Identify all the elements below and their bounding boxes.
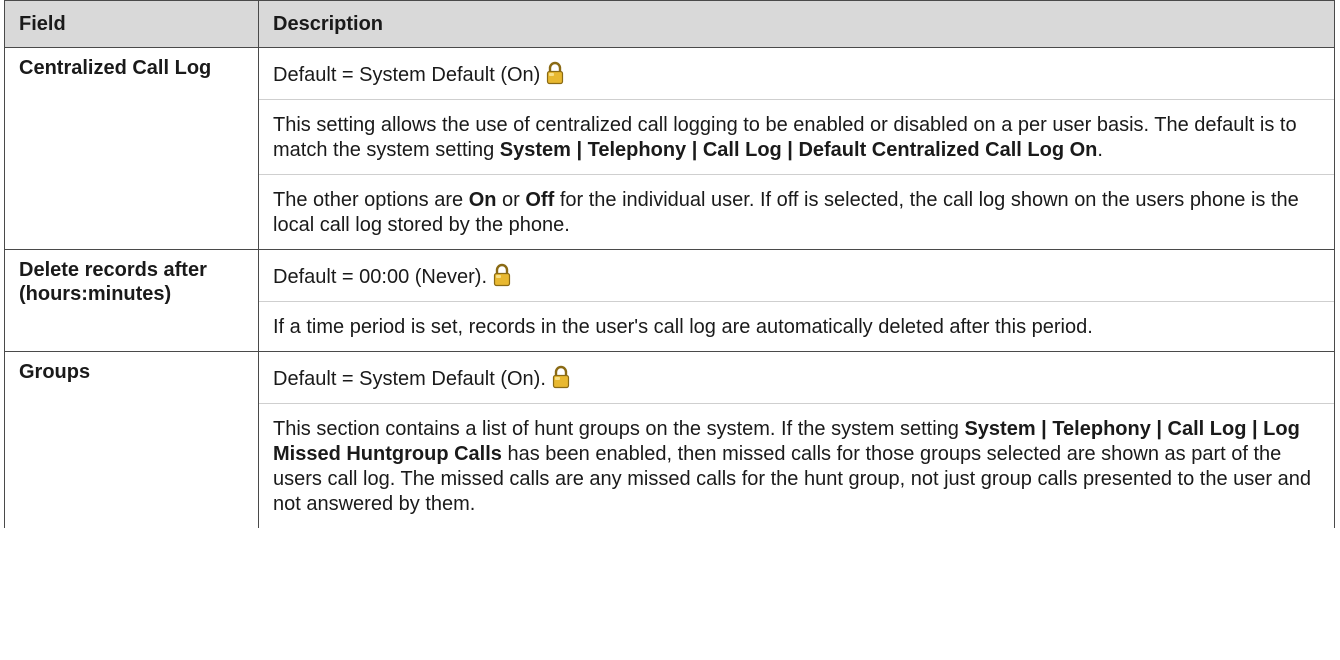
default-value: Default = System Default (On) bbox=[259, 48, 1334, 99]
table-row: Centralized Call Log Default = System De… bbox=[4, 47, 1335, 250]
settings-table: Field Description Centralized Call Log D… bbox=[4, 0, 1335, 528]
description-cell: Default = System Default (On). This sect… bbox=[258, 351, 1335, 528]
table-row: Delete records after (hours:minutes) Def… bbox=[4, 249, 1335, 352]
header-description: Description bbox=[258, 0, 1335, 48]
lock-icon bbox=[493, 263, 511, 287]
description-cell: Default = 00:00 (Never). If a time perio… bbox=[258, 249, 1335, 352]
default-value: Default = 00:00 (Never). bbox=[259, 250, 1334, 301]
field-name: Groups bbox=[4, 351, 259, 528]
table-header-row: Field Description bbox=[4, 0, 1335, 48]
description-cell: Default = System Default (On) This setti… bbox=[258, 47, 1335, 250]
field-name: Delete records after (hours:minutes) bbox=[4, 249, 259, 352]
header-field: Field bbox=[4, 0, 259, 48]
description-paragraph: This setting allows the use of centraliz… bbox=[259, 99, 1334, 174]
description-paragraph: The other options are On or Off for the … bbox=[259, 174, 1334, 249]
field-name: Centralized Call Log bbox=[4, 47, 259, 250]
table-row: Groups Default = System Default (On). Th… bbox=[4, 351, 1335, 528]
description-paragraph: This section contains a list of hunt gro… bbox=[259, 403, 1334, 528]
lock-icon bbox=[546, 61, 564, 85]
lock-icon bbox=[552, 365, 570, 389]
default-value: Default = System Default (On). bbox=[259, 352, 1334, 403]
description-paragraph: If a time period is set, records in the … bbox=[259, 301, 1334, 351]
